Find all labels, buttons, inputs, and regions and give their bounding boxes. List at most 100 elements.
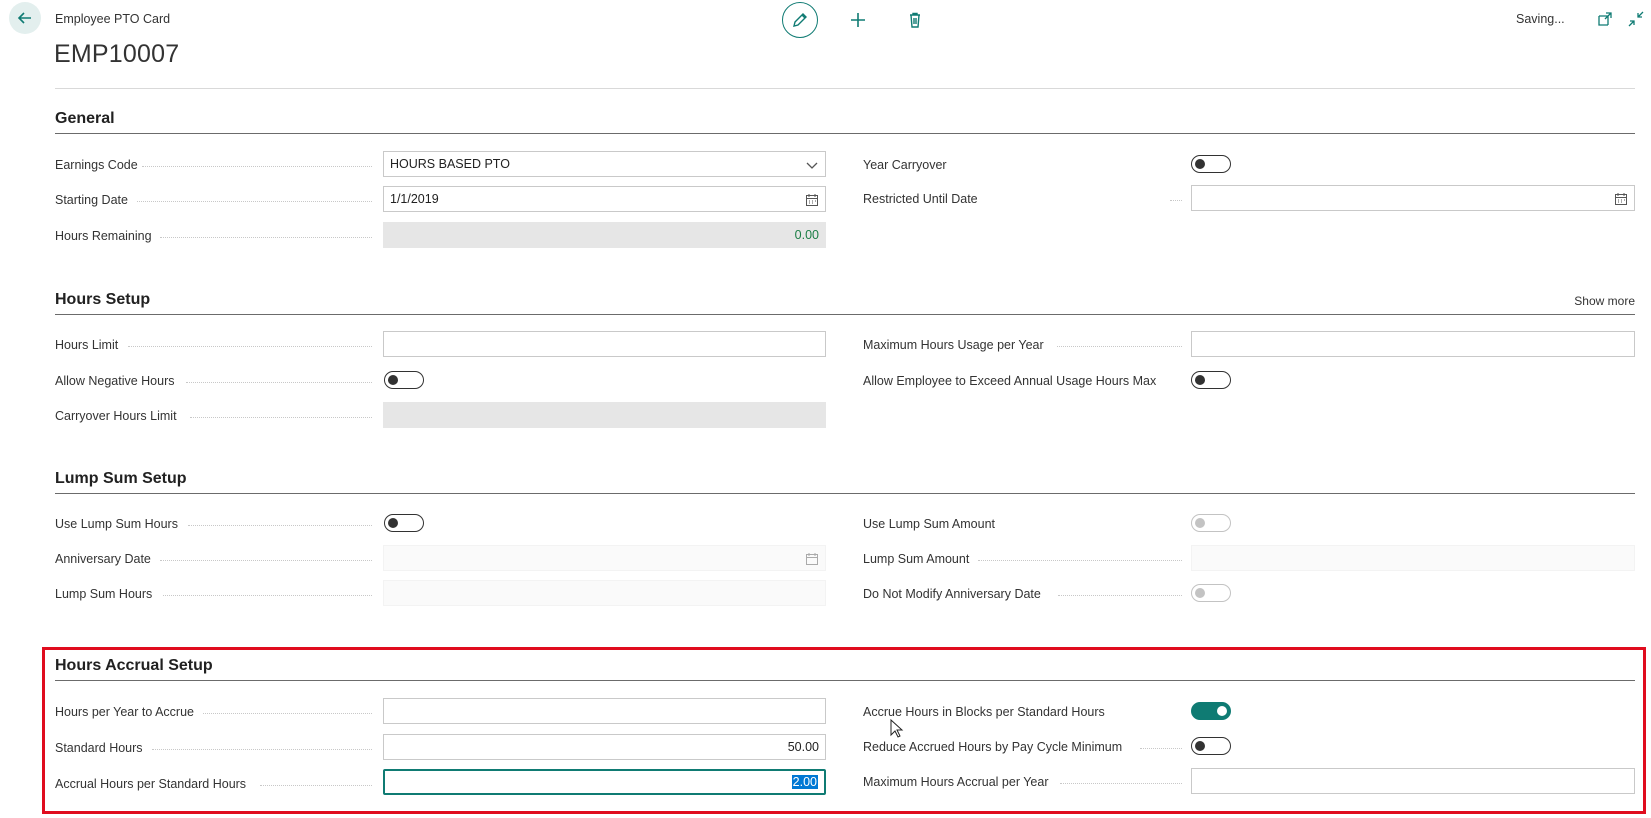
- max-usage-label: Maximum Hours Usage per Year: [863, 338, 1044, 352]
- delete-button[interactable]: [903, 8, 927, 32]
- use-lump-hours-toggle[interactable]: [384, 514, 424, 532]
- accrual-per-std-label: Accrual Hours per Standard Hours: [55, 777, 247, 791]
- starting-date-label: Starting Date: [55, 193, 128, 207]
- leader-dots: [137, 201, 372, 202]
- accrual-per-std-input[interactable]: 2.00: [383, 769, 826, 795]
- max-usage-input[interactable]: [1191, 331, 1635, 357]
- calendar-icon[interactable]: [805, 193, 819, 207]
- chevron-down-icon: [806, 162, 818, 169]
- leader-dots: [1140, 748, 1182, 749]
- leader-dots: [1058, 595, 1182, 596]
- pencil-icon: [793, 13, 807, 27]
- accrue-blocks-toggle[interactable]: [1191, 702, 1231, 720]
- leader-dots: [160, 237, 372, 238]
- toggle-knob: [388, 517, 398, 528]
- title-divider: [55, 88, 1635, 89]
- earnings-code-value: HOURS BASED PTO: [390, 157, 510, 171]
- standard-hours-input[interactable]: 50.00: [383, 734, 826, 760]
- leader-dots: [190, 417, 372, 418]
- edit-button[interactable]: [782, 2, 818, 38]
- toggle-knob: [1195, 374, 1205, 385]
- collapse-button[interactable]: [1626, 9, 1646, 29]
- hours-remaining-field: 0.00: [383, 222, 826, 248]
- accrue-blocks-label: Accrue Hours in Blocks per Standard Hour…: [863, 705, 1105, 719]
- page-caption: Employee PTO Card: [55, 12, 171, 26]
- accrual-per-std-value: 2.00: [791, 775, 818, 789]
- lump-hours-label: Lump Sum Hours: [55, 587, 153, 601]
- max-accrual-label: Maximum Hours Accrual per Year: [863, 775, 1049, 789]
- leader-dots: [978, 560, 1182, 561]
- hours-remaining-value[interactable]: 0.00: [795, 228, 819, 242]
- leader-dots: [163, 595, 372, 596]
- section-hours-setup-header[interactable]: Hours Setup Show more: [55, 291, 1635, 315]
- toggle-knob: [388, 374, 398, 385]
- use-lump-amount-label: Use Lump Sum Amount: [863, 517, 996, 531]
- toggle-knob: [1195, 158, 1205, 169]
- toggle-knob: [1217, 705, 1227, 716]
- hours-remaining-label: Hours Remaining: [55, 229, 152, 243]
- section-lump-sum-header[interactable]: Lump Sum Setup: [55, 470, 1635, 494]
- earnings-code-select[interactable]: HOURS BASED PTO: [383, 151, 826, 177]
- section-title: Hours Accrual Setup: [55, 657, 213, 674]
- back-button[interactable]: [9, 2, 41, 34]
- anniversary-date-field: [383, 545, 826, 571]
- leader-dots: [260, 785, 372, 786]
- starting-date-value: 1/1/2019: [390, 192, 439, 206]
- restricted-until-input[interactable]: [1191, 185, 1635, 211]
- section-title: Hours Setup: [55, 291, 151, 308]
- plus-icon: [851, 13, 865, 27]
- carryover-limit-field: [383, 402, 826, 428]
- toggle-knob: [1195, 517, 1205, 528]
- popout-icon: [1598, 12, 1612, 26]
- leader-dots: [188, 525, 372, 526]
- leader-dots: [1057, 346, 1182, 347]
- back-arrow-icon: [17, 12, 31, 24]
- calendar-icon[interactable]: [1614, 192, 1628, 206]
- page-header: Employee PTO Card EMP10007 Saving...: [0, 0, 1651, 90]
- allow-exceed-toggle[interactable]: [1191, 371, 1231, 389]
- hours-per-year-input[interactable]: [383, 698, 826, 724]
- toggle-knob: [1195, 587, 1205, 598]
- leader-dots: [186, 382, 372, 383]
- section-title: Lump Sum Setup: [55, 470, 187, 487]
- saving-status: Saving...: [1516, 12, 1565, 26]
- max-accrual-input[interactable]: [1191, 768, 1635, 794]
- allow-exceed-label: Allow Employee to Exceed Annual Usage Ho…: [863, 374, 1157, 388]
- no-modify-anniversary-label: Do Not Modify Anniversary Date: [863, 587, 1041, 601]
- restricted-until-label: Restricted Until Date: [863, 192, 978, 206]
- leader-dots: [1170, 200, 1182, 201]
- leader-dots: [128, 346, 372, 347]
- year-carryover-label: Year Carryover: [863, 158, 947, 172]
- page-title: EMP10007: [54, 40, 180, 68]
- reduce-accrued-label: Reduce Accrued Hours by Pay Cycle Minimu…: [863, 740, 1123, 754]
- no-modify-anniversary-toggle[interactable]: [1191, 584, 1231, 602]
- lump-amount-field: [1191, 545, 1635, 571]
- section-accrual-header[interactable]: Hours Accrual Setup: [55, 657, 1635, 681]
- popout-button[interactable]: [1595, 9, 1615, 29]
- use-lump-hours-label: Use Lump Sum Hours: [55, 517, 178, 531]
- new-button[interactable]: [846, 8, 870, 32]
- hours-limit-input[interactable]: [383, 331, 826, 357]
- earnings-code-label: Earnings Code: [55, 158, 138, 172]
- leader-dots: [160, 560, 372, 561]
- leader-dots: [152, 749, 372, 750]
- starting-date-input[interactable]: 1/1/2019: [383, 186, 826, 212]
- toggle-knob: [1195, 740, 1205, 751]
- use-lump-amount-toggle[interactable]: [1191, 514, 1231, 532]
- allow-negative-toggle[interactable]: [384, 371, 424, 389]
- anniversary-date-label: Anniversary Date: [55, 552, 151, 566]
- hours-per-year-label: Hours per Year to Accrue: [55, 705, 194, 719]
- lump-amount-label: Lump Sum Amount: [863, 552, 970, 566]
- mouse-cursor-icon: [890, 719, 904, 738]
- leader-dots: [142, 166, 372, 167]
- trash-icon: [910, 12, 920, 28]
- calendar-icon: [806, 553, 818, 565]
- year-carryover-toggle[interactable]: [1191, 155, 1231, 173]
- allow-negative-label: Allow Negative Hours: [55, 374, 175, 388]
- reduce-accrued-toggle[interactable]: [1191, 737, 1231, 755]
- standard-hours-value: 50.00: [787, 740, 819, 754]
- collapse-icon: [1628, 11, 1644, 27]
- section-general-header[interactable]: General: [55, 110, 1635, 134]
- hours-limit-label: Hours Limit: [55, 338, 119, 352]
- show-more-link[interactable]: Show more: [1574, 294, 1635, 308]
